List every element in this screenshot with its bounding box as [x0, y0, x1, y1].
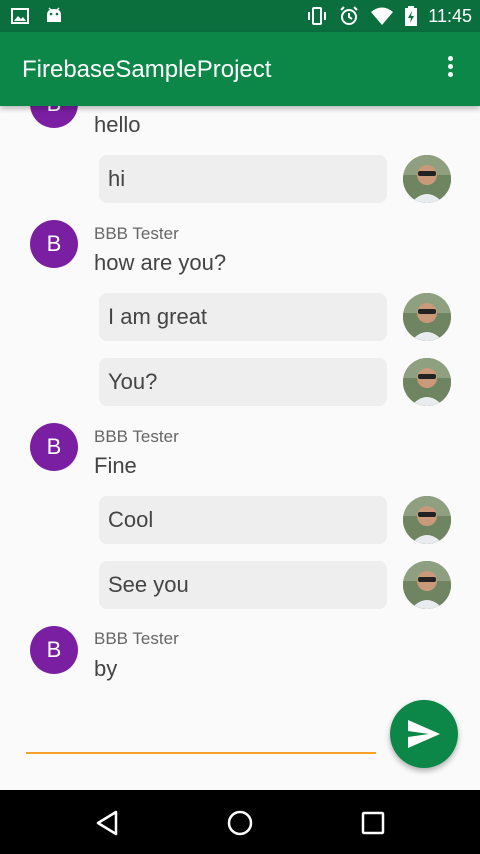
- outgoing-message-bubble: See you: [99, 561, 387, 609]
- message-text: Fine: [94, 453, 137, 478]
- user-photo-avatar: [403, 293, 451, 341]
- sender-avatar: B: [30, 106, 78, 128]
- message-list[interactable]: B hello hi B BBB Tester how are you? I a…: [0, 106, 480, 690]
- recents-icon[interactable]: [358, 808, 388, 838]
- status-bar: 11:45: [0, 0, 480, 32]
- user-photo-avatar: [403, 496, 451, 544]
- sender-name: BBB Tester: [94, 224, 179, 243]
- message-text: by: [94, 656, 118, 681]
- user-photo-avatar: [403, 561, 451, 609]
- overflow-menu-icon[interactable]: [440, 56, 460, 84]
- home-icon[interactable]: [225, 808, 255, 838]
- outgoing-message-bubble: You?: [99, 358, 387, 406]
- vibrate-icon: [308, 7, 327, 25]
- message-text: hello: [94, 112, 141, 137]
- sender-name: BBB Tester: [94, 629, 179, 648]
- outgoing-message-bubble: hi: [99, 155, 387, 203]
- message-composer: [0, 690, 480, 790]
- message-text: how are you?: [94, 250, 227, 275]
- sender-avatar: B: [30, 423, 78, 471]
- battery-charging-icon: [405, 6, 418, 26]
- outgoing-message-bubble: Cool: [99, 496, 387, 544]
- status-time: 11:45: [428, 5, 472, 26]
- outgoing-message-bubble: I am great: [99, 293, 387, 341]
- sender-avatar: B: [30, 220, 78, 268]
- android-icon: [47, 7, 61, 22]
- navigation-bar: [0, 790, 480, 854]
- message-input[interactable]: [26, 720, 376, 754]
- picture-icon: [11, 8, 29, 24]
- alarm-icon: [340, 6, 358, 25]
- back-icon[interactable]: [92, 808, 122, 838]
- app-title: FirebaseSampleProject: [22, 56, 272, 83]
- app-bar: FirebaseSampleProject: [0, 32, 480, 106]
- user-photo-avatar: [403, 155, 451, 203]
- sender-name: BBB Tester: [94, 427, 179, 446]
- sender-avatar: B: [30, 626, 78, 674]
- user-photo-avatar: [403, 358, 451, 406]
- wifi-icon: [371, 7, 394, 25]
- send-icon: [408, 720, 440, 748]
- send-button[interactable]: [390, 700, 458, 768]
